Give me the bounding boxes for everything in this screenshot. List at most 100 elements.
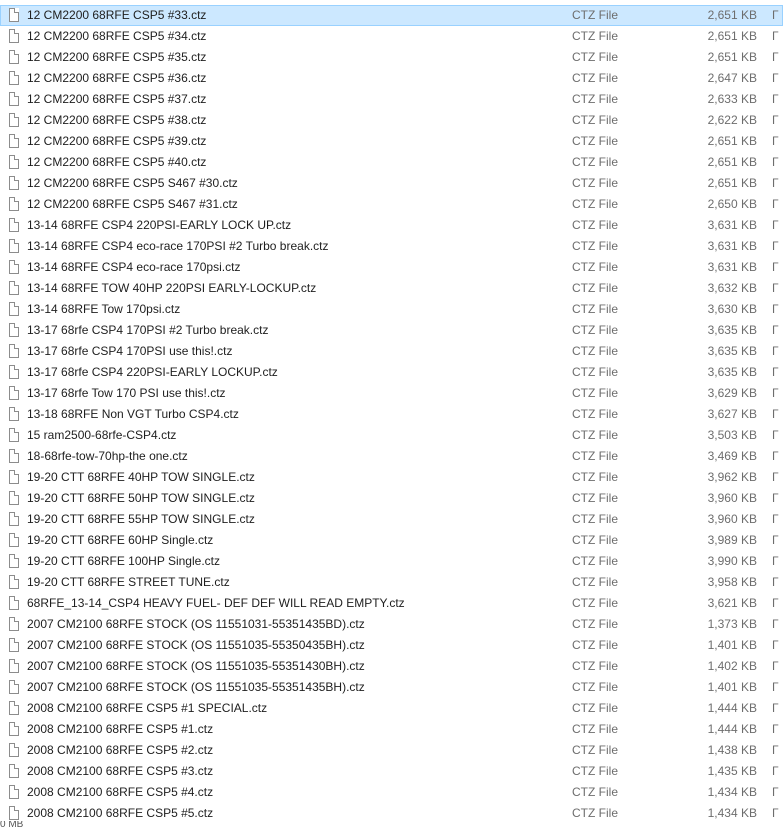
file-row[interactable]: 12 CM2200 68RFE CSP5 #39.ctz CTZ File 2,65… (0, 131, 783, 152)
file-name: 2008 CM2100 68RFE CSP5 #1 SPECIAL.ctz (27, 701, 268, 715)
file-icon (9, 512, 19, 526)
file-name: 19-20 CTT 68RFE 100HP Single.ctz (27, 554, 220, 568)
file-size: 2,651 KB (707, 8, 757, 22)
file-row[interactable]: 12 CM2200 68RFE CSP5 #37.ctz CTZ File 2,63… (0, 89, 783, 110)
file-icon (9, 638, 19, 652)
file-name: 2008 CM2100 68RFE CSP5 #5.ctz (27, 806, 214, 820)
file-row[interactable]: 13-14 68RFE TOW 40HP 220PSI EARLY-LOCKUP… (0, 278, 783, 299)
file-row[interactable]: 2007 CM2100 68RFE STOCK (OS 11551035-553… (0, 656, 783, 677)
file-row[interactable]: 19-20 CTT 68RFE 55HP TOW SINGLE.ctz CTZ F… (0, 509, 783, 530)
file-row[interactable]: 12 CM2200 68RFE CSP5 #40.ctz CTZ File 2,65… (0, 152, 783, 173)
file-row[interactable]: 2008 CM2100 68RFE CSP5 #2.ctz CTZ File 1,4… (0, 740, 783, 761)
file-size: 1,434 KB (707, 806, 757, 820)
file-type: CTZ File (572, 302, 618, 316)
file-row[interactable]: 19-20 CTT 68RFE 60HP Single.ctz CTZ File 3… (0, 530, 783, 551)
file-row[interactable]: 19-20 CTT 68RFE 50HP TOW SINGLE.ctz CTZ F… (0, 488, 783, 509)
file-type: CTZ File (572, 134, 618, 148)
file-row[interactable]: 2008 CM2100 68RFE CSP5 #4.ctz CTZ File 1,4… (0, 782, 783, 803)
file-row[interactable]: 13-14 68RFE CSP4 eco-race 170PSI #2 Turb… (0, 236, 783, 257)
file-row[interactable]: 2007 CM2100 68RFE STOCK (OS 11551031-553… (0, 614, 783, 635)
file-icon (9, 134, 19, 148)
file-row[interactable]: 2007 CM2100 68RFE STOCK (OS 11551035-553… (0, 677, 783, 698)
clipped-column-text: Γ (772, 785, 779, 799)
file-icon (9, 785, 19, 799)
file-icon (9, 302, 19, 316)
file-name: 13-14 68RFE TOW 40HP 220PSI EARLY-LOCKUP… (27, 281, 317, 295)
clipped-column-text: Γ (772, 407, 779, 421)
file-type: CTZ File (572, 29, 618, 43)
file-name: 2008 CM2100 68RFE CSP5 #4.ctz (27, 785, 214, 799)
file-size: 2,650 KB (707, 197, 757, 211)
file-type: CTZ File (572, 617, 618, 631)
file-name: 13-14 68RFE CSP4 eco-race 170psi.ctz (27, 260, 241, 274)
file-row[interactable]: 2008 CM2100 68RFE CSP5 #5.ctz CTZ File 1,4… (0, 803, 783, 824)
file-row[interactable]: 2007 CM2100 68RFE STOCK (OS 11551035-553… (0, 635, 783, 656)
clipped-column-text: Γ (772, 638, 779, 652)
file-type: CTZ File (572, 701, 618, 715)
file-row[interactable]: 13-14 68RFE CSP4 220PSI-EARLY LOCK UP.ct… (0, 215, 783, 236)
file-row[interactable]: 19-20 CTT 68RFE 40HP TOW SINGLE.ctz CTZ F… (0, 467, 783, 488)
clipped-column-text: Γ (772, 176, 779, 190)
file-icon (9, 365, 19, 379)
file-row[interactable]: 19-20 CTT 68RFE 100HP Single.ctz CTZ File… (0, 551, 783, 572)
file-row[interactable]: 12 CM2200 68RFE CSP5 #35.ctz CTZ File 2,65… (0, 47, 783, 68)
file-row[interactable]: 12 CM2200 68RFE CSP5 #36.ctz CTZ File 2,64… (0, 68, 783, 89)
file-size: 3,503 KB (707, 428, 757, 442)
file-type: CTZ File (572, 71, 618, 85)
file-size: 3,635 KB (707, 344, 757, 358)
file-size: 2,651 KB (707, 50, 757, 64)
file-icon (9, 281, 19, 295)
file-type: CTZ File (572, 197, 618, 211)
file-row[interactable]: 12 CM2200 68RFE CSP5 S467 #31.ctz CTZ Fil… (0, 194, 783, 215)
clipped-column-text: Γ (772, 8, 779, 22)
clipped-column-text: Γ (772, 365, 779, 379)
file-icon (9, 617, 19, 631)
file-name: 2007 CM2100 68RFE STOCK (OS 11551035-553… (27, 659, 365, 673)
clipped-column-text: Γ (772, 575, 779, 589)
file-row[interactable]: 12 CM2200 68RFE CSP5 #34.ctz CTZ File 2,65… (0, 26, 783, 47)
clipped-column-text: Γ (772, 323, 779, 337)
clipped-column-text: Γ (772, 71, 779, 85)
file-row[interactable]: 15 ram2500-68rfe-CSP4.ctz CTZ File 3,503 K… (0, 425, 783, 446)
file-row[interactable]: 68RFE_13-14_CSP4 HEAVY FUEL- DEF DEF WIL… (0, 593, 783, 614)
file-icon (9, 575, 19, 589)
file-row[interactable]: 2008 CM2100 68RFE CSP5 #1.ctz CTZ File 1,4… (0, 719, 783, 740)
file-size: 3,635 KB (707, 323, 757, 337)
file-size: 2,622 KB (707, 113, 757, 127)
file-row[interactable]: 13-17 68rfe CSP4 170PSI use this!.ctz CTZ… (0, 341, 783, 362)
file-icon (9, 554, 19, 568)
file-row[interactable]: 13-17 68rfe Tow 170 PSI use this!.ctz CTZ… (0, 383, 783, 404)
file-row[interactable]: 2008 CM2100 68RFE CSP5 #1 SPECIAL.ctz CTZ… (0, 698, 783, 719)
file-size: 2,647 KB (707, 71, 757, 85)
file-row[interactable]: 13-18 68RFE Non VGT Turbo CSP4.ctz CTZ Fi… (0, 404, 783, 425)
file-name: 12 CM2200 68RFE CSP5 #39.ctz (27, 134, 207, 148)
file-row[interactable]: 19-20 CTT 68RFE STREET TUNE.ctz CTZ File 3… (0, 572, 783, 593)
file-row[interactable]: 13-17 68rfe CSP4 170PSI #2 Turbo break.c… (0, 320, 783, 341)
file-type: CTZ File (572, 785, 618, 799)
file-name: 12 CM2200 68RFE CSP5 #36.ctz (27, 71, 207, 85)
file-type: CTZ File (572, 512, 618, 526)
file-type: CTZ File (572, 344, 618, 358)
file-name: 13-14 68RFE Tow 170psi.ctz (27, 302, 181, 316)
file-size: 2,651 KB (707, 134, 757, 148)
file-type: CTZ File (572, 743, 618, 757)
file-row[interactable]: 12 CM2200 68RFE CSP5 #33.ctz CTZ File 2,65… (0, 5, 783, 26)
clipped-column-text: Γ (772, 344, 779, 358)
file-row[interactable]: 2008 CM2100 68RFE CSP5 #3.ctz CTZ File 1,4… (0, 761, 783, 782)
file-row[interactable]: 12 CM2200 68RFE CSP5 #38.ctz CTZ File 2,62… (0, 110, 783, 131)
file-row[interactable]: 12 CM2200 68RFE CSP5 S467 #30.ctz CTZ Fil… (0, 173, 783, 194)
clipped-column-text: Γ (772, 239, 779, 253)
file-row[interactable]: 13-14 68RFE CSP4 eco-race 170psi.ctz CTZ … (0, 257, 783, 278)
clipped-column-text: Γ (772, 92, 779, 106)
file-list[interactable]: 12 CM2200 68RFE CSP5 #33.ctz CTZ File 2,65… (0, 5, 783, 824)
file-size: 1,373 KB (707, 617, 757, 631)
clipped-column-text: Γ (772, 554, 779, 568)
clipped-column-text: Γ (772, 512, 779, 526)
clipped-column-text: Γ (772, 701, 779, 715)
file-name: 13-17 68rfe CSP4 220PSI-EARLY LOCKUP.ctz (27, 365, 278, 379)
file-type: CTZ File (572, 176, 618, 190)
file-size: 3,621 KB (707, 596, 757, 610)
file-row[interactable]: 13-14 68RFE Tow 170psi.ctz CTZ File 3,630 … (0, 299, 783, 320)
file-row[interactable]: 13-17 68rfe CSP4 220PSI-EARLY LOCKUP.ctz… (0, 362, 783, 383)
file-row[interactable]: 18-68rfe-tow-70hp-the one.ctz CTZ File 3,4… (0, 446, 783, 467)
